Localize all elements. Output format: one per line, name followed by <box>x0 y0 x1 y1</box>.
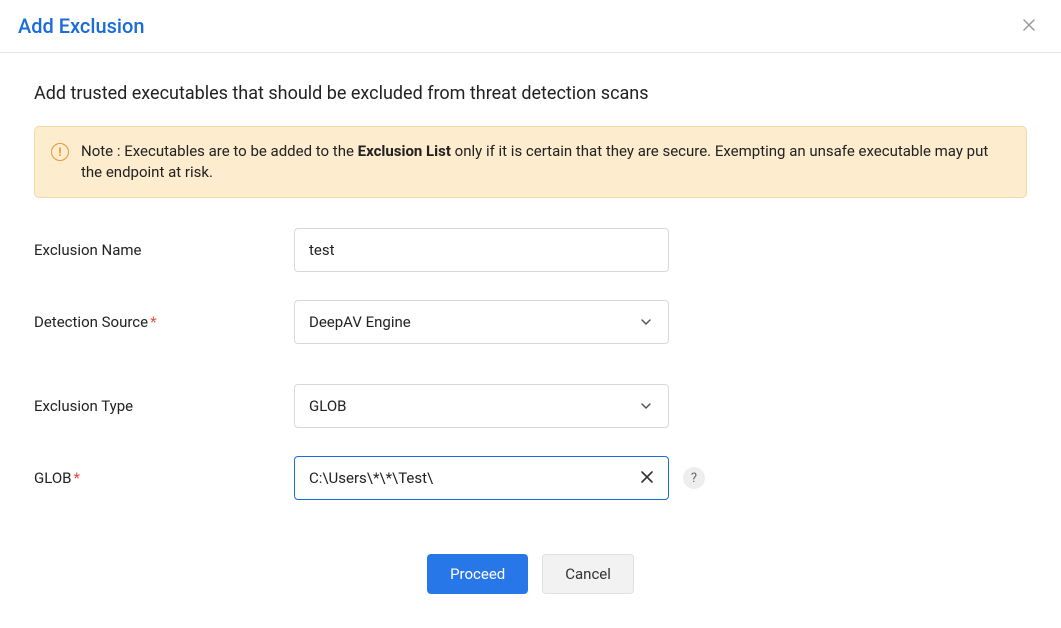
glob-input[interactable] <box>309 469 636 487</box>
glob-input-wrapper <box>294 456 669 500</box>
clear-icon[interactable] <box>636 466 658 491</box>
close-icon[interactable] <box>1017 14 1041 38</box>
detection-source-value: DeepAV Engine <box>309 313 411 331</box>
note-prefix: Note : Executables are to be added to th… <box>81 142 358 160</box>
label-exclusion-type: Exclusion Type <box>34 397 294 415</box>
dialog-subtitle: Add trusted executables that should be e… <box>34 83 1027 104</box>
required-indicator: * <box>150 313 156 331</box>
chevron-down-icon <box>640 316 652 328</box>
row-glob: GLOB* ? <box>34 456 1027 500</box>
exclusion-type-select[interactable]: GLOB <box>294 384 669 428</box>
label-exclusion-name: Exclusion Name <box>34 241 294 259</box>
note-text: Note : Executables are to be added to th… <box>81 141 1010 183</box>
row-exclusion-name: Exclusion Name <box>34 228 1027 272</box>
proceed-button[interactable]: Proceed <box>427 554 528 594</box>
required-indicator: * <box>74 469 80 487</box>
note-banner: ! Note : Executables are to be added to … <box>34 126 1027 198</box>
dialog-header: Add Exclusion <box>0 0 1061 53</box>
dialog-title: Add Exclusion <box>18 14 144 38</box>
chevron-down-icon <box>640 400 652 412</box>
label-detection-source: Detection Source* <box>34 313 294 331</box>
row-detection-source: Detection Source* DeepAV Engine <box>34 300 1027 344</box>
dialog-footer: Proceed Cancel <box>0 528 1061 628</box>
note-bold: Exclusion List <box>358 142 451 160</box>
dialog-content: Add trusted executables that should be e… <box>0 53 1061 528</box>
detection-source-select[interactable]: DeepAV Engine <box>294 300 669 344</box>
exclusion-type-value: GLOB <box>309 397 347 415</box>
warning-icon: ! <box>51 143 69 161</box>
exclusion-name-input[interactable] <box>294 228 669 272</box>
add-exclusion-dialog: Add Exclusion Add trusted executables th… <box>0 0 1061 602</box>
label-glob: GLOB* <box>34 469 294 487</box>
cancel-button[interactable]: Cancel <box>542 554 634 594</box>
help-icon[interactable]: ? <box>683 467 705 489</box>
row-exclusion-type: Exclusion Type GLOB <box>34 384 1027 428</box>
